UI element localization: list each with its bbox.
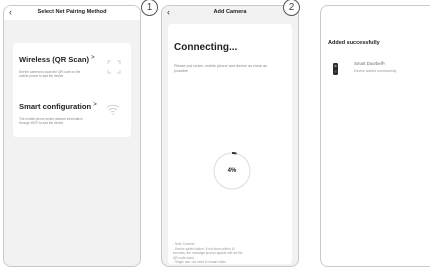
screen-added-successfully: Se Added successfully Smart Doorbell ✎ D… <box>320 5 430 267</box>
connection-tips: - Note Connect - Device added failure, i… <box>173 242 283 265</box>
progress-percent: 4% <box>227 168 237 174</box>
pencil-icon[interactable]: ✎ <box>382 61 386 67</box>
top-bar: ‹ Add Camera <box>162 6 298 20</box>
doorbell-icon <box>333 63 338 75</box>
wifi-icon <box>106 104 120 115</box>
device-name: Smart Doorbell <box>354 61 383 66</box>
device-status: Device added successfully <box>354 69 397 73</box>
option-smart-configuration[interactable]: Smart configuration > The mobile phone s… <box>13 90 131 137</box>
page-title: Select Net Pairing Method <box>37 9 107 15</box>
connecting-panel: Connecting... Please put router, mobile … <box>168 24 292 264</box>
added-heading: Added successfully <box>328 40 380 46</box>
top-bar: ‹ Select Net Pairing Method <box>4 6 140 20</box>
connecting-heading: Connecting... <box>174 42 238 53</box>
screen-add-camera: ‹ Add Camera Connecting... Please put ro… <box>161 5 299 267</box>
option-description: The mobile phone sends network informati… <box>19 117 83 126</box>
option-title: Smart configuration <box>19 102 92 111</box>
chevron-right-icon: > <box>91 55 95 61</box>
qr-scan-icon <box>107 60 121 74</box>
option-title: Wireless (QR Scan) <box>19 55 89 64</box>
screen-select-pairing-method: ‹ Select Net Pairing Method Wireless (QR… <box>3 5 141 267</box>
tip-line: - Single use: not need to restart video <box>173 260 226 265</box>
connecting-description: Please put router, mobile phone and devi… <box>174 64 268 73</box>
chevron-right-icon: > <box>93 102 97 108</box>
page-title: Add Camera <box>213 9 247 15</box>
option-wireless-qr-scan[interactable]: Wireless (QR Scan) > Set the camera to s… <box>13 43 131 95</box>
option-description: Set the camera to scan the QR code on th… <box>19 70 81 79</box>
step-number-badge: 1 <box>141 0 158 16</box>
